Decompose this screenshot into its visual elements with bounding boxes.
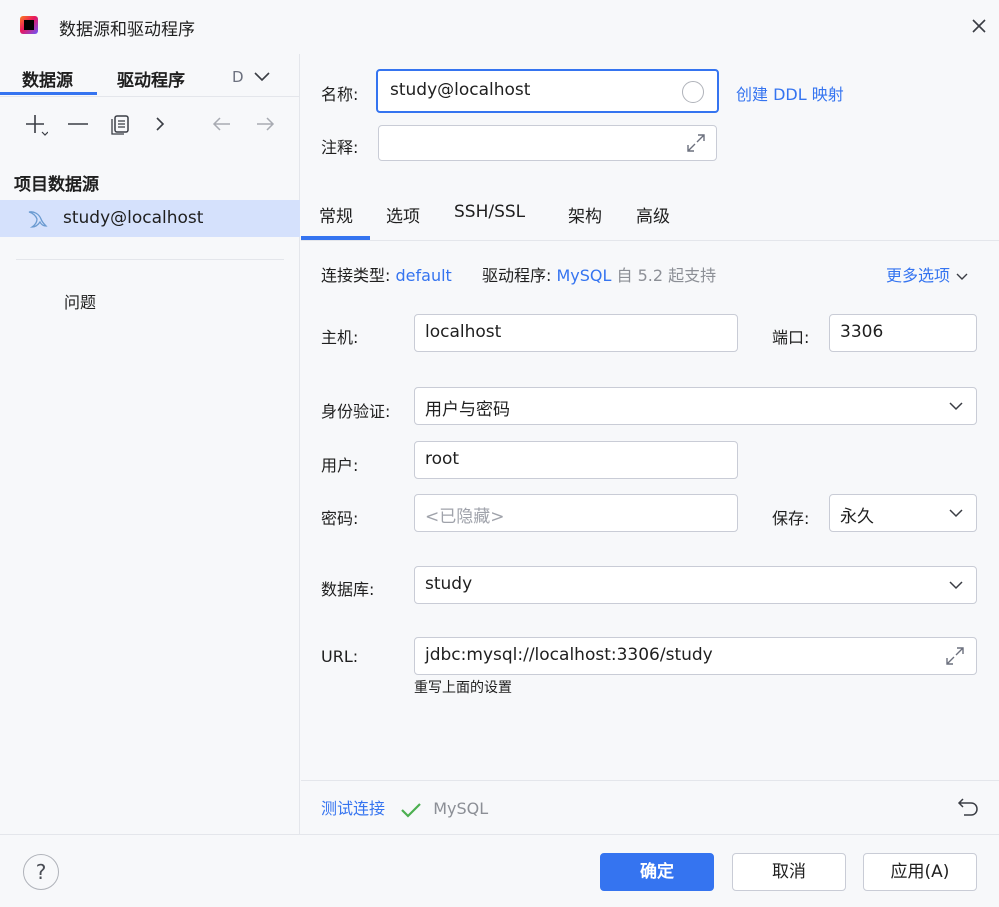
apply-button[interactable]: 应用(A) (863, 853, 977, 891)
expand-icon[interactable] (685, 132, 707, 154)
forward-arrow-icon[interactable] (253, 112, 277, 136)
driver-value[interactable]: MySQL (556, 266, 611, 285)
database-select-value: study (425, 574, 473, 594)
url-input[interactable]: jdbc:mysql://localhost:3306/study (414, 637, 977, 675)
url-override-hint: 重写上面的设置 (414, 680, 512, 696)
tab-ssh-ssl[interactable]: SSH/SSL (454, 202, 525, 222)
port-input[interactable]: 3306 (829, 314, 977, 352)
chevron-down-icon (949, 402, 963, 411)
port-label: 端口: (772, 328, 810, 347)
name-input[interactable]: study@localhost (376, 69, 719, 113)
chevron-down-icon (956, 273, 968, 280)
host-input[interactable]: localhost (414, 314, 738, 352)
connection-type-label: 连接类型: (321, 266, 391, 285)
project-data-sources-title: 项目数据源 (14, 175, 99, 195)
save-select-value: 永久 (840, 507, 874, 527)
main-panel: 名称: study@localhost 创建 DDL 映射 注释: 常规 选项 … (301, 54, 999, 834)
close-icon[interactable] (968, 15, 990, 37)
ok-button[interactable]: 确定 (600, 853, 714, 891)
undo-icon[interactable] (957, 795, 979, 817)
name-label: 名称: (321, 85, 359, 104)
password-placeholder: <已隐藏> (425, 507, 505, 527)
expand-icon[interactable] (944, 645, 966, 667)
password-input[interactable]: <已隐藏> (414, 494, 738, 532)
save-select[interactable]: 永久 (829, 494, 977, 532)
tab-options[interactable]: 选项 (386, 202, 420, 227)
test-connection-link[interactable]: 测试连接 (321, 799, 385, 818)
sidebar-divider (16, 259, 284, 260)
tab-advanced[interactable]: 高级 (636, 202, 670, 227)
datasource-item[interactable]: study@localhost (0, 200, 300, 237)
host-label: 主机: (321, 328, 359, 347)
connection-type-value[interactable]: default (396, 266, 452, 285)
active-tab-indicator (301, 236, 370, 240)
tab-schemas[interactable]: 架构 (568, 202, 602, 227)
save-label: 保存: (772, 509, 810, 528)
settings-tabs: 常规 选项 SSH/SSL 架构 高级 (301, 190, 999, 241)
auth-select-value: 用户与密码 (425, 400, 510, 420)
add-icon[interactable] (24, 112, 48, 136)
dialog-footer: ? 确定 取消 应用(A) (0, 834, 999, 907)
sidebar-toolbar (0, 106, 300, 142)
sidebar: 数据源 驱动程序 D 项目数据源 study@localhost 问题 (0, 54, 300, 834)
more-options-label: 更多选项 (886, 266, 951, 285)
database-select[interactable]: study (414, 566, 977, 604)
database-label: 数据库: (321, 580, 375, 599)
checkmark-icon (401, 802, 421, 818)
back-arrow-icon[interactable] (210, 112, 234, 136)
more-options-link[interactable]: 更多选项 (886, 262, 969, 286)
tab-general[interactable]: 常规 (319, 202, 353, 227)
test-result-label: MySQL (433, 799, 489, 818)
mysql-dolphin-icon (28, 211, 48, 228)
title-bar: 数据源和驱动程序 (0, 0, 999, 54)
chevron-right-icon[interactable] (148, 112, 172, 136)
create-ddl-mapping-link[interactable]: 创建 DDL 映射 (736, 81, 844, 105)
active-tab-indicator (0, 92, 97, 95)
comment-label: 注释: (321, 138, 359, 157)
chevron-down-icon[interactable] (252, 69, 272, 85)
status-circle-icon (682, 81, 704, 103)
chevron-down-icon (949, 581, 963, 590)
copy-icon[interactable] (109, 112, 133, 136)
window-title: 数据源和驱动程序 (59, 20, 195, 40)
connection-info-row: 连接类型: default 驱动程序: MySQL 自 5.2 起支持 (321, 262, 716, 286)
url-value: jdbc:mysql://localhost:3306/study (425, 645, 713, 665)
help-button[interactable]: ? (23, 854, 59, 890)
user-input[interactable]: root (414, 441, 738, 479)
name-input-value: study@localhost (390, 80, 531, 100)
tab-data-sources[interactable]: 数据源 (22, 66, 73, 91)
driver-support-note: 自 5.2 起支持 (616, 266, 717, 285)
datasource-label: study@localhost (63, 208, 204, 228)
user-label: 用户: (321, 456, 359, 475)
test-connection-row: 测试连接 MySQL (321, 795, 488, 819)
auth-label: 身份验证: (321, 402, 391, 421)
chevron-down-icon (949, 509, 963, 518)
comment-field[interactable] (378, 125, 717, 161)
tab-drivers[interactable]: 驱动程序 (117, 66, 185, 91)
problems-item[interactable]: 问题 (64, 289, 96, 313)
url-label: URL: (321, 647, 359, 666)
tab-overflow[interactable]: D (232, 68, 244, 86)
tabs-divider (0, 96, 300, 97)
driver-label: 驱动程序: (481, 266, 552, 285)
bottom-divider (301, 780, 999, 781)
cancel-button[interactable]: 取消 (732, 853, 846, 891)
auth-select[interactable]: 用户与密码 (414, 387, 977, 425)
remove-icon[interactable] (66, 112, 90, 136)
app-logo-icon (20, 16, 38, 34)
password-label: 密码: (321, 509, 359, 528)
